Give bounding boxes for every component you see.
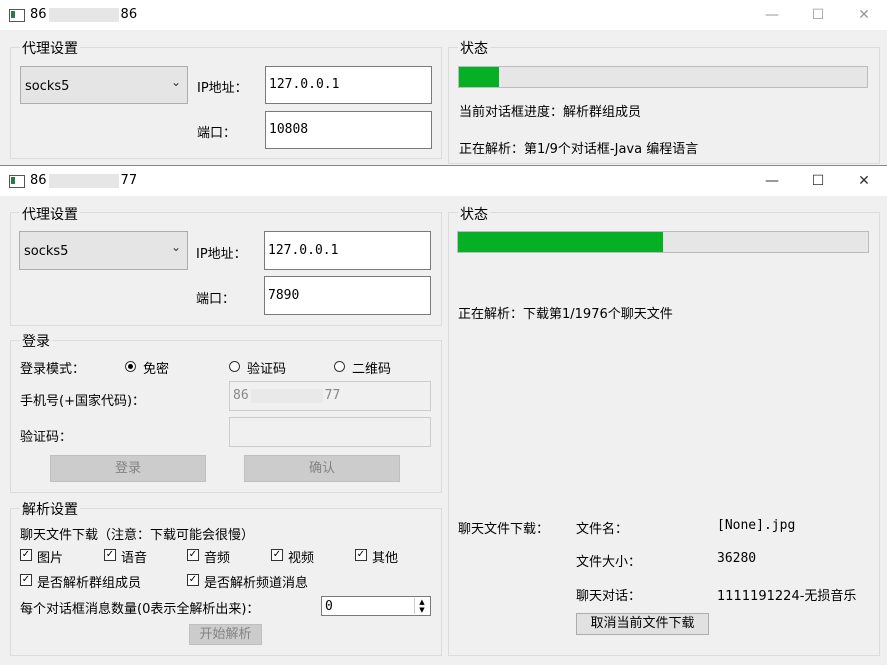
code-input[interactable]: [229, 417, 431, 447]
checkbox-channel-messages[interactable]: ✓: [187, 574, 199, 586]
proxy-type-select[interactable]: socks5 ⌄: [19, 231, 188, 270]
redaction-mask: [250, 388, 323, 403]
window-back: 86 86 — ☐ ✕ 代理设置 socks5 ⌄ IP地址： 127.0.0.1…: [0, 0, 887, 166]
progress-bar: [458, 66, 868, 88]
checkbox-image-label: 图片: [37, 551, 64, 566]
login-mode-label: 登录模式：: [20, 362, 86, 377]
progress-fill: [458, 232, 663, 252]
file-size-label: 文件大小：: [576, 555, 642, 570]
maximize-button[interactable]: ☐: [795, 166, 841, 196]
proxy-type-select[interactable]: socks5 ⌄: [20, 66, 188, 104]
window-front: 86 77 — ☐ ✕ 代理设置 socks5 ⌄ IP地址： 127.0.0.1…: [0, 165, 887, 665]
message-count-value: 0: [325, 599, 333, 614]
chevron-down-icon: ⌄: [170, 240, 181, 254]
file-name-label: 文件名：: [576, 522, 629, 537]
ip-label: IP地址：: [196, 247, 247, 262]
radio-passwordless-label: 免密: [143, 362, 170, 377]
port-input[interactable]: 7890: [264, 276, 431, 315]
checkbox-audio[interactable]: ✓: [187, 549, 199, 561]
spin-arrows-icon[interactable]: ▲ ▼: [414, 598, 429, 614]
progress-fill: [459, 67, 499, 87]
radio-qr-code-label: 二维码: [352, 362, 392, 377]
app-icon: [9, 9, 25, 22]
parse-settings-label: 解析设置: [20, 499, 80, 519]
file-name-value: [None].jpg: [717, 518, 796, 533]
proxy-type-value: socks5: [24, 244, 69, 259]
phone-label: 手机号(+国家代码)：: [20, 394, 146, 409]
window-title: 86 77: [30, 173, 138, 188]
proxy-settings-label: 代理设置: [20, 38, 80, 58]
chat-label: 聊天对话：: [576, 589, 642, 604]
checkbox-other-label: 其他: [372, 551, 399, 566]
ip-input[interactable]: 127.0.0.1: [264, 231, 431, 270]
radio-verification-code[interactable]: [229, 361, 240, 372]
checkbox-channel-messages-label: 是否解析频道消息: [204, 576, 309, 591]
close-button[interactable]: ✕: [841, 166, 887, 196]
radio-passwordless[interactable]: [125, 361, 136, 372]
checkbox-voice[interactable]: ✓: [104, 549, 116, 561]
minimize-button[interactable]: —: [749, 0, 795, 30]
status-label: 状态: [458, 38, 490, 58]
redaction-mask: [48, 173, 119, 188]
phone-input[interactable]: 86 77: [229, 381, 431, 411]
chat-value: 1111191224-无损音乐: [717, 589, 857, 604]
ip-label: IP地址：: [197, 81, 248, 96]
checkbox-group-members-label: 是否解析群组成员: [37, 576, 142, 591]
checkbox-group-members[interactable]: ✓: [20, 574, 32, 586]
minimize-button[interactable]: —: [749, 166, 795, 196]
maximize-button[interactable]: ☐: [795, 0, 841, 30]
port-input[interactable]: 10808: [265, 111, 432, 149]
download-note: 聊天文件下载（注意：下载可能会很慢）: [20, 528, 255, 543]
code-label: 验证码：: [20, 430, 73, 445]
dialog-progress-text: 当前对话框进度：解析群组成员: [459, 105, 642, 120]
radio-qr-code[interactable]: [334, 361, 345, 372]
parsing-status-text: 正在解析：第1/9个对话框-Java 编程语言: [459, 142, 699, 157]
login-button[interactable]: 登录: [50, 455, 206, 482]
close-button[interactable]: ✕: [841, 0, 887, 30]
checkbox-other[interactable]: ✓: [355, 549, 367, 561]
proxy-settings-label: 代理设置: [20, 204, 80, 224]
port-label: 端口：: [196, 292, 236, 307]
login-label: 登录: [20, 331, 52, 351]
title-bar-front: 86 77 — ☐ ✕: [0, 166, 887, 196]
confirm-button[interactable]: 确认: [244, 455, 400, 482]
status-label: 状态: [458, 204, 490, 224]
proxy-type-value: socks5: [25, 79, 70, 94]
chevron-down-icon: ⌄: [170, 75, 181, 89]
cancel-download-button[interactable]: 取消当前文件下载: [576, 613, 709, 635]
parsing-status-text: 正在解析：下载第1/1976个聊天文件: [458, 307, 673, 322]
download-section-label: 聊天文件下载：: [458, 522, 550, 537]
title-bar-back: 86 86 — ☐ ✕: [0, 0, 887, 30]
app-icon: [9, 175, 25, 188]
checkbox-audio-label: 音频: [204, 551, 231, 566]
checkbox-video[interactable]: ✓: [271, 549, 283, 561]
ip-input[interactable]: 127.0.0.1: [265, 66, 432, 104]
window-title: 86 86: [30, 7, 138, 22]
radio-verification-code-label: 验证码: [247, 362, 287, 377]
file-size-value: 36280: [717, 551, 757, 566]
progress-bar: [457, 231, 869, 253]
redaction-mask: [48, 7, 119, 22]
checkbox-image[interactable]: ✓: [20, 549, 32, 561]
port-label: 端口：: [197, 126, 237, 141]
start-parse-button[interactable]: 开始解析: [189, 624, 262, 645]
checkbox-voice-label: 语音: [121, 551, 148, 566]
message-count-spinbox[interactable]: 0 ▲ ▼: [321, 596, 431, 616]
message-count-label: 每个对话框消息数量(0表示全解析出来)：: [20, 602, 260, 617]
checkbox-video-label: 视频: [288, 551, 315, 566]
